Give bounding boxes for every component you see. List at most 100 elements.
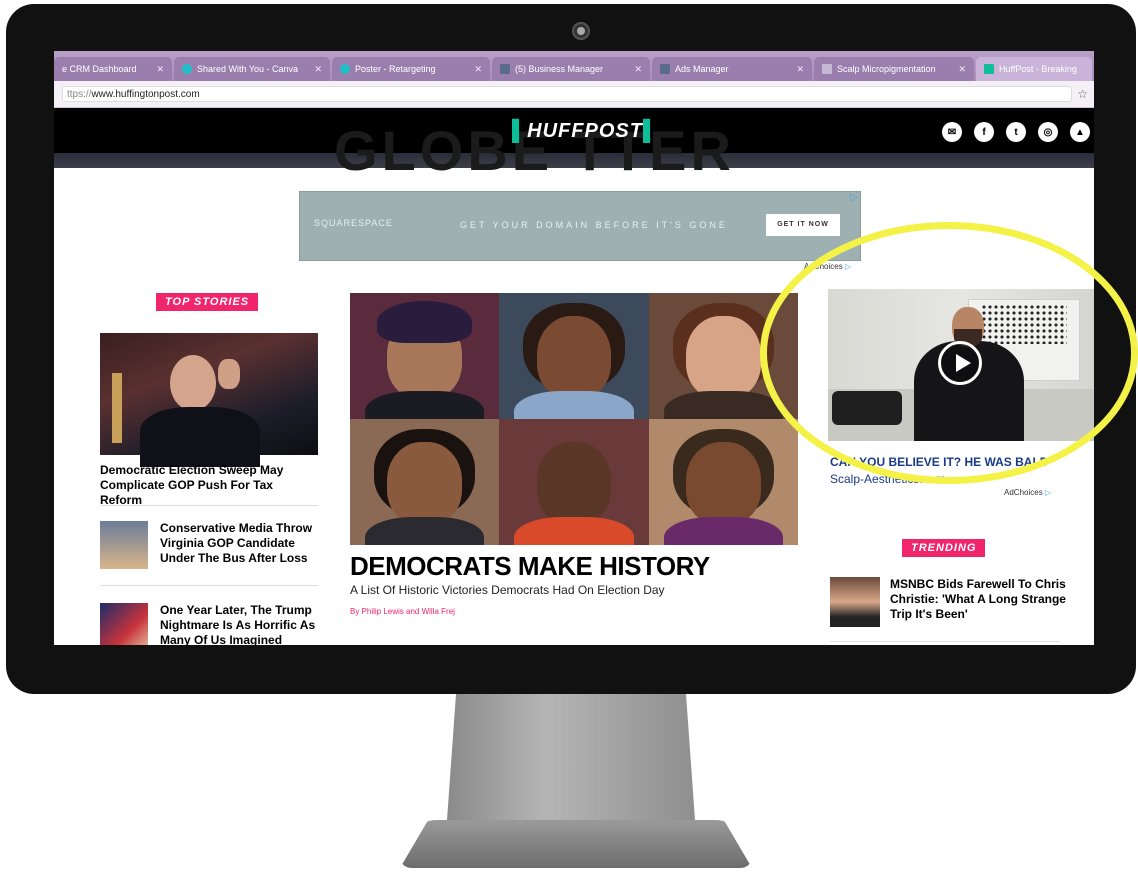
collage-photo [499,419,649,545]
collage-photo [350,419,500,545]
huffpost-favicon-icon [984,64,994,74]
monitor-stand-base [400,820,752,868]
url-field[interactable]: ttps://www.huffingtonpost.com [62,86,1072,102]
browser-tab-bar: e CRM Dashboard ✕ Shared With You - Canv… [54,51,1094,81]
photo-body [663,391,784,419]
tab-label: HuffPost - Breaking [999,64,1077,74]
story-headline: MSNBC Bids Farewell To Chris Christie: '… [890,577,1066,621]
facebook-icon[interactable]: f [974,122,994,142]
lead-story-image[interactable] [100,333,318,467]
photo-body [364,517,485,545]
video-ad-domain[interactable]: Scalp-Aesthetics.com [830,472,945,486]
ad-brand: SQUARESPACE [314,218,393,228]
desk-phone [832,391,902,425]
logo-text: HUFFPOST [527,120,643,142]
adchoices-label: AdChoices [1004,488,1043,497]
collage-photo [648,293,798,419]
url-protocol: ttps:// [67,89,92,100]
tab-canva-shared[interactable]: Shared With You - Canva ✕ [174,57,330,81]
photo-body [364,391,485,419]
canva-favicon-icon [182,64,192,74]
person-body [140,407,260,467]
person-hand [218,359,240,389]
tab-label: Scalp Micropigmentation [837,64,936,74]
photo-face [685,441,761,525]
huffpost-logo[interactable]: ▌HUFFPOST▌ [512,120,658,143]
story-thumbnail [830,577,880,627]
tab-label: Poster - Retargeting [355,64,436,74]
ad-cta-button[interactable]: GET IT NOW [766,214,840,236]
lead-story-headline[interactable]: Democratic Election Sweep May Complicate… [100,463,318,508]
main-story-byline[interactable]: By Philip Lewis and Willa Frej [350,607,455,616]
business-manager-favicon-icon [500,64,510,74]
close-icon[interactable]: ✕ [474,64,482,75]
photo-face [536,315,612,399]
adchoices-icon[interactable]: ▷ [850,192,858,203]
main-story-image[interactable] [350,293,798,545]
ads-manager-favicon-icon [660,64,670,74]
tab-label: e CRM Dashboard [62,64,137,74]
story-headline: Conservative Media Throw Virginia GOP Ca… [160,521,313,565]
star-icon[interactable]: ☆ [1077,87,1088,101]
divider [830,641,1060,642]
main-story-subhead[interactable]: A List Of Historic Victories Democrats H… [350,583,665,597]
tab-huffpost-active[interactable]: HuffPost - Breaking [976,57,1092,81]
main-story-headline[interactable]: DEMOCRATS MAKE HISTORY [350,551,710,582]
page-favicon-icon [822,64,832,74]
tab-ads-manager[interactable]: Ads Manager ✕ [652,57,812,81]
divider [100,505,318,506]
collage-photo [648,419,798,545]
camera-icon [572,22,590,40]
close-icon[interactable]: ✕ [958,64,966,75]
divider [100,585,318,586]
tab-label: (5) Business Manager [515,64,604,74]
collage-photo [499,293,649,419]
adchoices-link[interactable]: AdChoices ▷ [804,262,851,271]
more-icon[interactable]: ▲ [1070,122,1090,142]
poster-dots [981,304,1067,344]
photo-body [514,517,634,545]
photo-body [663,517,784,545]
close-icon[interactable]: ✕ [314,64,322,75]
adchoices-link[interactable]: AdChoices ▷ [1004,488,1051,497]
squarespace-ad-banner[interactable]: SQUARESPACE GET YOUR DOMAIN BEFORE IT'S … [299,191,861,261]
video-ad[interactable] [828,289,1094,441]
video-ad-title[interactable]: CAN YOU BELIEVE IT? HE WAS BALD [830,455,1048,469]
tab-scalp-micropigmentation[interactable]: Scalp Micropigmentation ✕ [814,57,974,81]
photo-turban [376,300,473,344]
collage-photo [350,293,500,419]
story-headline: One Year Later, The Trump Nightmare Is A… [160,603,316,645]
tab-label: Shared With You - Canva [197,64,299,74]
photo-face [685,315,761,399]
flag-pole [112,373,122,443]
photo-face [387,441,462,525]
social-links: ✉ f t ◎ ▲ [942,122,1090,142]
monitor-stand-neck [446,694,696,834]
adchoices-label: AdChoices [804,262,843,271]
person-face [170,355,216,411]
url-host: www.huffingtonpost.com [91,89,200,100]
address-bar: ttps://www.huffingtonpost.com ☆ [54,81,1094,108]
tab-crm-dashboard[interactable]: e CRM Dashboard ✕ [54,57,172,81]
email-icon[interactable]: ✉ [942,122,962,142]
story-thumbnail [100,521,148,569]
trending-label: TRENDING [902,539,986,557]
close-icon[interactable]: ✕ [796,64,804,75]
photo-body [514,391,634,419]
close-icon[interactable]: ✕ [634,64,642,75]
monitor-frame: e CRM Dashboard ✕ Shared With You - Canv… [6,4,1136,694]
twitter-icon[interactable]: t [1006,122,1026,142]
story-thumbnail [100,603,148,645]
tab-poster-retargeting[interactable]: Poster - Retargeting ✕ [332,57,490,81]
top-stories-label: TOP STORIES [156,293,259,311]
play-icon[interactable] [938,341,982,385]
tab-business-manager[interactable]: (5) Business Manager ✕ [492,57,650,81]
site-header: GLOBE TTER ▌HUFFPOST▌ ✉ f t ◎ ▲ [54,108,1094,182]
instagram-icon[interactable]: ◎ [1038,122,1058,142]
close-icon[interactable]: ✕ [156,64,164,75]
screen: e CRM Dashboard ✕ Shared With You - Canv… [54,51,1094,645]
photo-face [536,441,612,525]
canva-favicon-icon [340,64,350,74]
ad-tagline: GET YOUR DOMAIN BEFORE IT'S GONE [460,220,728,230]
tab-label: Ads Manager [675,64,729,74]
